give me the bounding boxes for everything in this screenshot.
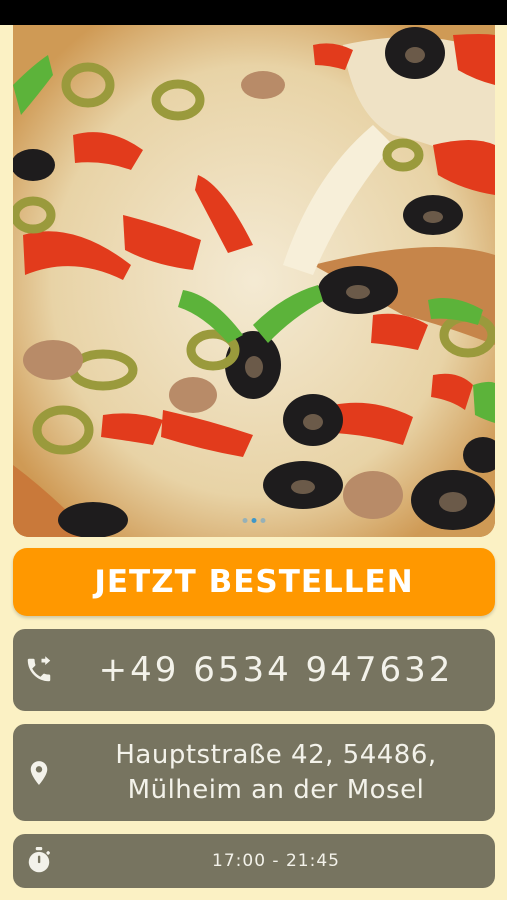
phone-number: +49 6534 947632 (98, 650, 454, 690)
phone-card[interactable]: +49 6534 947632 (13, 629, 495, 711)
order-now-button[interactable]: JETZT BESTELLEN (13, 548, 495, 616)
carousel-dot-active[interactable] (251, 518, 257, 523)
address-card[interactable]: Hauptstraße 42, 54486, Mülheim an der Mo… (13, 724, 495, 821)
address-text: Hauptstraße 42, 54486, Mülheim an der Mo… (65, 724, 487, 821)
carousel-dot[interactable] (260, 518, 266, 523)
opening-hours-text: 17:00 - 21:45 (212, 851, 340, 871)
address-line-1: Hauptstraße 42, 54486, (115, 739, 437, 770)
phone-forward-icon (23, 654, 55, 686)
carousel-dot[interactable] (242, 518, 248, 523)
pizza-photo (13, 25, 495, 537)
opening-hours-card: 17:00 - 21:45 (13, 834, 495, 888)
address-line-2: Mülheim an der Mosel (127, 774, 425, 805)
location-pin-icon (23, 757, 55, 789)
hero-image-carousel[interactable] (13, 25, 495, 537)
status-bar (0, 0, 507, 25)
carousel-pagination[interactable] (242, 518, 266, 523)
stopwatch-icon (23, 845, 55, 877)
